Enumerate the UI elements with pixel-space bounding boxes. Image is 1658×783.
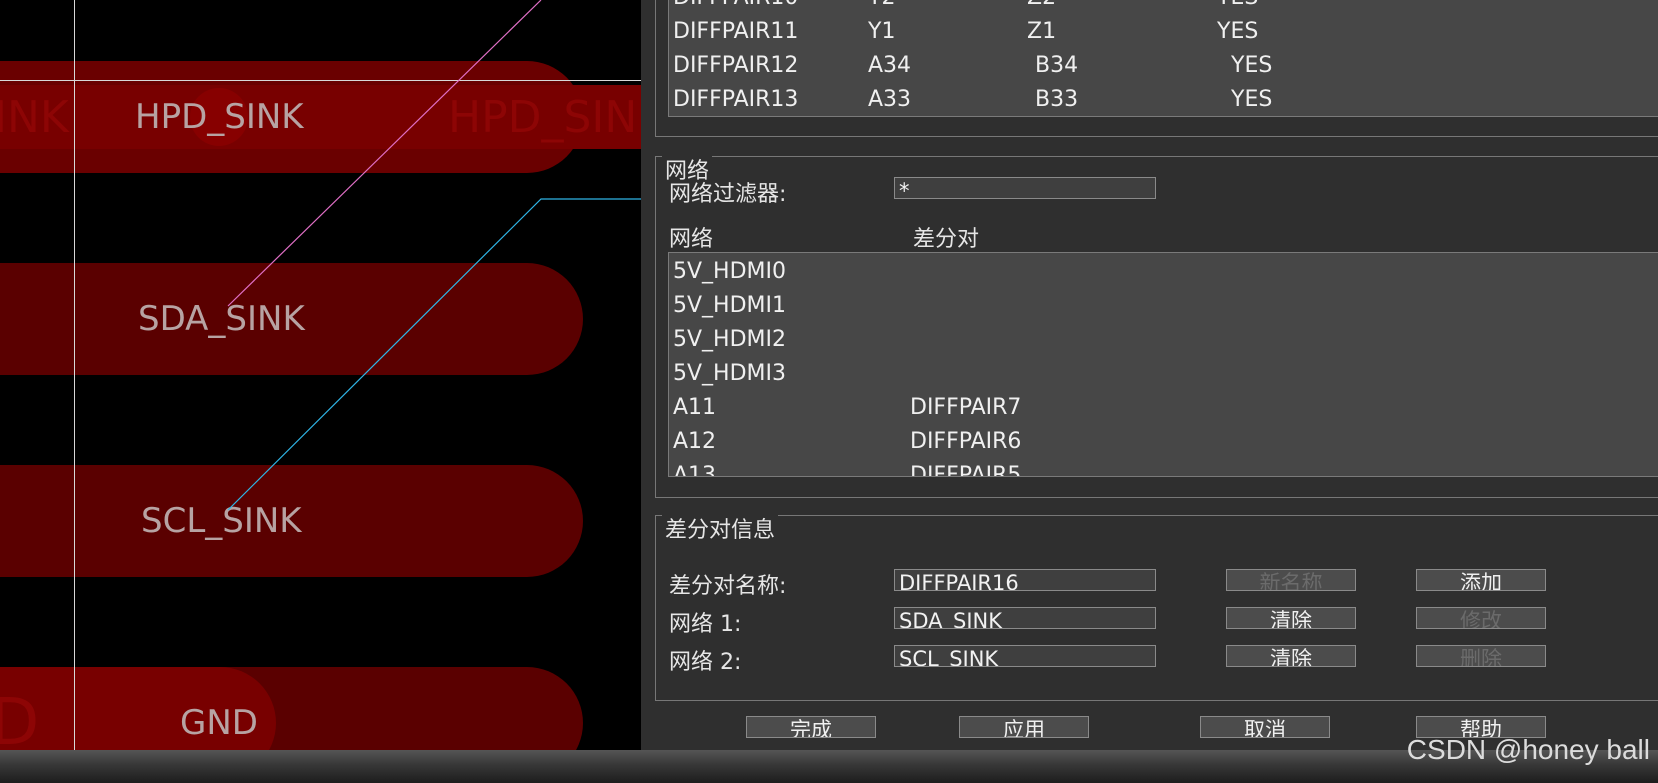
net-diffpair: DIFFPAIR5 — [910, 463, 1022, 477]
clear-net2-button[interactable]: 清除 — [1226, 645, 1356, 667]
list-item[interactable]: 5V_HDMI0 — [669, 255, 1658, 289]
diffpair-name: DIFFPAIR12 — [673, 53, 799, 78]
add-button[interactable]: 添加 — [1416, 569, 1546, 591]
list-item[interactable]: 5V_HDMI2 — [669, 323, 1658, 357]
net-diffpair: DIFFPAIR6 — [910, 429, 1022, 454]
diffpair-list[interactable]: DIFFPAIR10 Y2 Z2 YES DIFFPAIR11 Y1 Z1 YE… — [668, 0, 1658, 117]
diffpair-net2: Z1 — [1027, 19, 1057, 44]
diffpair-net2: B34 — [1035, 53, 1079, 78]
list-item[interactable]: 5V_HDMI3 — [669, 357, 1658, 391]
ratsnest-line-pink — [227, 0, 542, 307]
apply-button[interactable]: 应用 — [959, 716, 1089, 738]
diffpair-name-label: 差分对名称: — [669, 574, 787, 599]
diffpair-flag: YES — [1231, 87, 1273, 112]
delete-button[interactable]: 删除 — [1416, 645, 1546, 667]
modify-button[interactable]: 修改 — [1416, 607, 1546, 629]
net-name: A12 — [673, 429, 717, 454]
pcb-canvas[interactable]: INK HPD_SIN D HPD_SINK SDA_SINK SCL_SINK… — [0, 0, 641, 750]
list-item[interactable]: 5V_HDMI1 — [669, 289, 1658, 323]
list-item[interactable]: A11 DIFFPAIR7 — [669, 391, 1658, 425]
clear-net1-button[interactable]: 清除 — [1226, 607, 1356, 629]
list-item[interactable]: A12 DIFFPAIR6 — [669, 425, 1658, 459]
list-item[interactable]: DIFFPAIR10 Y2 Z2 YES — [669, 0, 1658, 15]
cancel-button[interactable]: 取消 — [1200, 716, 1330, 738]
net-list[interactable]: 5V_HDMI0 5V_HDMI1 5V_HDMI2 5V_HDMI3 A11 … — [668, 252, 1658, 477]
diffpair-net1: A34 — [868, 53, 912, 78]
watermark: CSDN @honey ball — [1406, 734, 1650, 765]
net-column-header: 网络 — [669, 227, 714, 252]
diffpair-name: DIFFPAIR13 — [673, 87, 799, 112]
diffpair-net1: Y1 — [868, 19, 896, 44]
diffpair-net2: B33 — [1035, 87, 1079, 112]
net2-label: 网络 2: — [669, 650, 742, 675]
canvas-overlay-lines — [0, 0, 641, 750]
net-name: 5V_HDMI0 — [673, 259, 786, 284]
net-name: A11 — [673, 395, 717, 420]
net2-input[interactable]: SCL_SINK — [894, 645, 1156, 667]
list-item[interactable]: DIFFPAIR12 A34 B34 YES — [669, 49, 1658, 83]
diffpair-net1: A33 — [868, 87, 912, 112]
net-name: A13 — [673, 463, 717, 477]
diffpair-flag: YES — [1217, 19, 1259, 44]
list-item[interactable]: A13 DIFFPAIR5 — [669, 459, 1658, 477]
diffpair-flag: YES — [1217, 0, 1258, 15]
diffpair-net2: Z2 — [1027, 0, 1056, 15]
new-name-button[interactable]: 新名称 — [1226, 569, 1356, 591]
net-diffpair: DIFFPAIR7 — [910, 395, 1022, 420]
net-filter-label: 网络过滤器: — [669, 182, 787, 207]
net-filter-input[interactable]: * — [894, 177, 1156, 199]
list-item[interactable]: DIFFPAIR11 Y1 Z1 YES — [669, 15, 1658, 49]
diffpair-info-title: 差分对信息 — [662, 512, 779, 544]
diffpair-name: DIFFPAIR11 — [673, 19, 799, 44]
net-name: 5V_HDMI1 — [673, 293, 786, 318]
net1-label: 网络 1: — [669, 612, 742, 637]
list-item[interactable]: DIFFPAIR13 A33 B33 YES — [669, 83, 1658, 116]
diffpair-name-input[interactable]: DIFFPAIR16 — [894, 569, 1156, 591]
net-name: 5V_HDMI3 — [673, 361, 786, 386]
net1-input[interactable]: SDA_SINK — [894, 607, 1156, 629]
done-button[interactable]: 完成 — [746, 716, 876, 738]
diffpair-net1: Y2 — [868, 0, 895, 15]
diffpair-name: DIFFPAIR10 — [673, 0, 798, 15]
diffpair-dialog: DIFFPAIR10 Y2 Z2 YES DIFFPAIR11 Y1 Z1 YE… — [641, 0, 1658, 750]
net-name: 5V_HDMI2 — [673, 327, 786, 352]
diffpair-flag: YES — [1231, 53, 1273, 78]
diffpair-column-header: 差分对 — [913, 227, 980, 252]
